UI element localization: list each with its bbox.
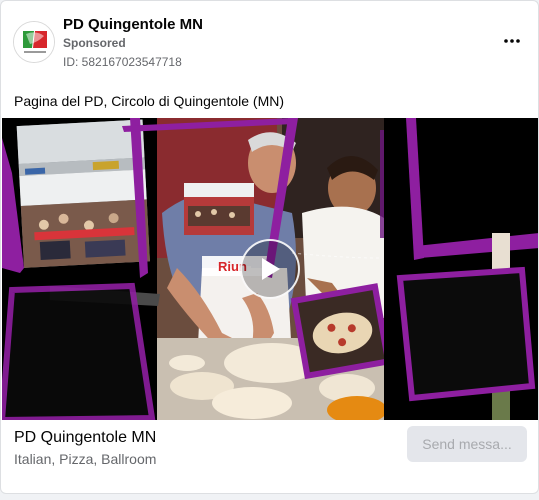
ad-card: PD Quingentole MN Sponsored ID: 58216702… (0, 0, 539, 494)
ad-id: ID: 582167023547718 (63, 55, 182, 69)
avatar[interactable] (13, 21, 55, 63)
play-button[interactable] (240, 239, 300, 299)
footer-subtitle: Italian, Pizza, Ballroom (14, 451, 157, 467)
page-name[interactable]: PD Quingentole MN (63, 16, 203, 33)
footer-title[interactable]: PD Quingentole MN (14, 429, 156, 447)
post-header: PD Quingentole MN Sponsored ID: 58216702… (13, 13, 528, 73)
sponsored-label[interactable]: Sponsored (63, 36, 126, 50)
pd-logo-icon (14, 22, 54, 62)
more-options-button[interactable] (500, 31, 524, 51)
play-icon (262, 258, 280, 280)
ad-text: Pagina del PD, Circolo di Quingentole (M… (14, 93, 285, 109)
more-horizontal-icon (504, 39, 520, 43)
ballroom-photo (16, 119, 150, 268)
send-message-button[interactable]: Send messa... (407, 426, 527, 462)
inset-photo (184, 183, 254, 235)
video-media[interactable]: Riun (2, 118, 538, 420)
pizza-photo (290, 283, 392, 380)
